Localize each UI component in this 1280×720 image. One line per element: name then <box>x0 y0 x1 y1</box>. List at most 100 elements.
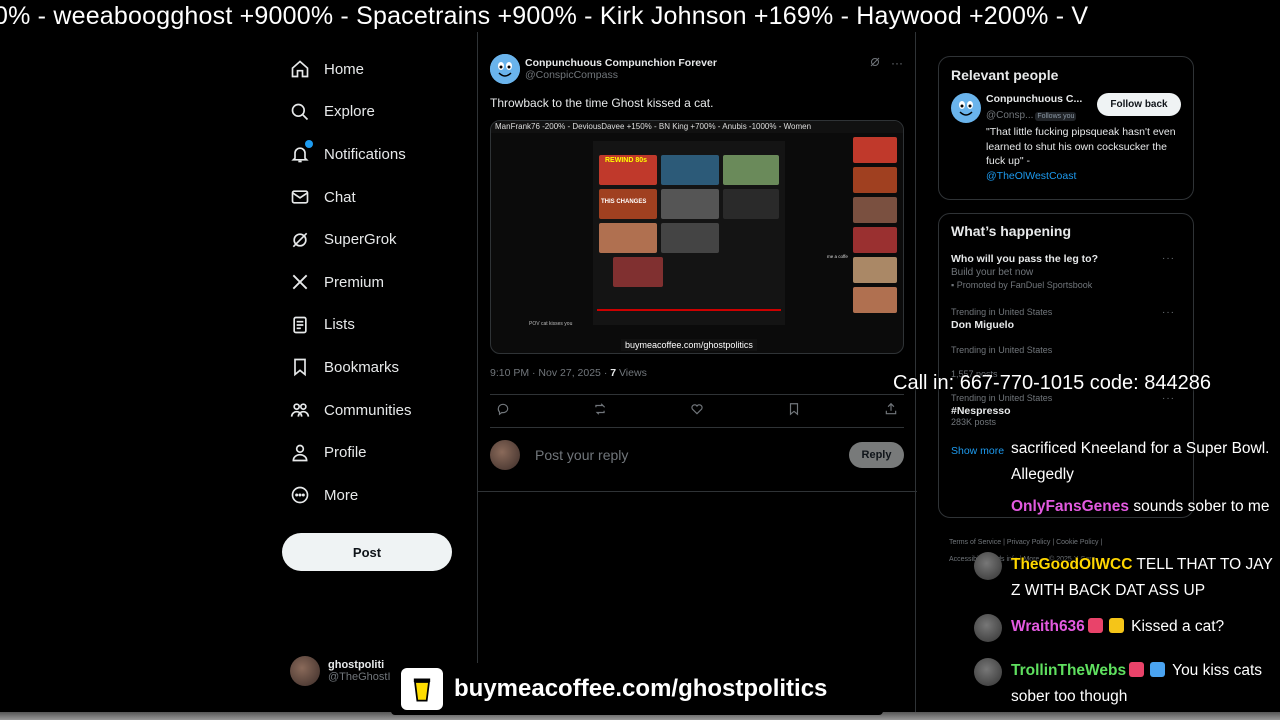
person-name[interactable]: Conpunchuous C... <box>986 93 1082 105</box>
trend-item[interactable]: Who will you pass the leg to? Build your… <box>939 253 1193 290</box>
nav-label: Premium <box>324 273 385 291</box>
author-name[interactable]: Conpunchuous Compunchion Forever <box>525 57 717 69</box>
nav-item-explore[interactable]: Explore <box>282 91 462 134</box>
nav-item-notifications[interactable]: Notifications <box>282 133 462 176</box>
chat-text: Kissed a cat? <box>1126 618 1225 635</box>
tweet-media[interactable]: ManFrank76 -200% - DeviousDavee +150% - … <box>490 120 904 354</box>
like-icon[interactable] <box>690 402 704 421</box>
subscriber-badge-icon <box>1129 662 1145 677</box>
media-thumb <box>661 155 719 185</box>
trend-sub: 283K posts <box>951 417 997 427</box>
media-label: THIS CHANGES <box>601 199 647 205</box>
media-chat-column <box>853 133 899 343</box>
share-icon[interactable] <box>884 402 898 421</box>
trend-more-icon[interactable]: ··· <box>1162 307 1175 318</box>
nav-item-lists[interactable]: Lists <box>282 304 462 347</box>
media-ticker: ManFrank76 -200% - DeviousDavee +150% - … <box>491 121 903 133</box>
media-small-caption: POV cat kisses you <box>529 321 573 327</box>
nav-label: Notifications <box>324 145 406 163</box>
media-thumb <box>853 167 897 193</box>
repost-icon[interactable] <box>593 402 607 421</box>
nav-item-home[interactable]: Home <box>282 48 462 91</box>
chat-username: Wraith636 <box>1011 618 1085 635</box>
mail-icon <box>290 187 310 207</box>
nav-label: Lists <box>324 316 355 334</box>
nav-item-profile[interactable]: Profile <box>282 431 462 474</box>
nav-label: Explore <box>324 103 375 121</box>
trend-sub: Build your bet now <box>951 267 1034 278</box>
more-circle-icon <box>290 485 310 505</box>
nav-item-communities[interactable]: Communities <box>282 389 462 432</box>
search-icon <box>290 102 310 122</box>
bio-link[interactable]: @TheOlWestCoast <box>986 170 1076 182</box>
media-thumb <box>661 223 719 253</box>
person-bio: "That little fucking pipsqueak hasn't ev… <box>986 125 1181 183</box>
ticker-text: 0% - weeaboogghost +9000% - Spacetrains … <box>0 2 1089 30</box>
reply-input[interactable]: Post your reply <box>535 447 849 463</box>
author-handle[interactable]: @ConspicCompass <box>525 69 717 81</box>
reply-button[interactable]: Reply <box>849 442 904 468</box>
gift-badge-icon <box>1108 618 1124 633</box>
trend-more-icon[interactable]: ··· <box>1162 253 1175 264</box>
chat-avatar <box>974 614 1002 642</box>
tweet-actions <box>490 394 904 428</box>
more-options-icon[interactable]: ··· <box>891 56 903 71</box>
verified-badge-icon <box>1150 662 1166 677</box>
trend-meta: Trending in United States <box>951 307 1053 317</box>
nav-label: Communities <box>324 401 412 419</box>
nav-item-bookmarks[interactable]: Bookmarks <box>282 346 462 389</box>
author-avatar[interactable] <box>490 54 520 84</box>
nav-item-chat[interactable]: Chat <box>282 176 462 219</box>
trend-item[interactable]: Trending in United States #Nespresso 283… <box>939 393 1193 427</box>
account-handle: @TheGhostI <box>328 671 391 683</box>
buymeacoffee-url: buymeacoffee.com/ghostpolitics <box>454 675 828 702</box>
nav-item-supergrok[interactable]: SuperGrok <box>282 218 462 261</box>
trend-meta: Trending in United States <box>951 345 1053 355</box>
trend-title <box>951 357 1181 369</box>
media-video-player: REWIND 80s THIS CHANGES <box>593 141 785 325</box>
tweet-timestamp: 9:10 PM · Nov 27, 2025 · 7 Views <box>490 367 647 379</box>
footer-line[interactable]: Terms of Service | Privacy Policy | Cook… <box>949 534 1189 551</box>
media-thumb <box>853 197 897 223</box>
communities-icon <box>290 400 310 420</box>
nav-item-more[interactable]: More <box>282 474 462 517</box>
promo-text: Promoted by FanDuel Sportsbook <box>956 280 1093 290</box>
chat-text: sacrificed Kneeland for a Super Bowl. Al… <box>1011 440 1270 483</box>
avatar <box>490 440 520 470</box>
card-title: Relevant people <box>951 67 1059 83</box>
reply-icon[interactable] <box>496 402 510 421</box>
follow-back-button[interactable]: Follow back <box>1097 93 1181 116</box>
nav-label: Chat <box>324 188 356 206</box>
call-in-overlay: Call in: 667-770-1015 code: 844286 <box>893 372 1212 394</box>
bio-text: "That little fucking pipsqueak hasn't ev… <box>986 126 1176 167</box>
relevant-people-card: Relevant people Conpunchuous C... @Consp… <box>938 56 1194 200</box>
person-handle[interactable]: @Consp... <box>986 110 1033 121</box>
grok-icon[interactable] <box>869 56 881 71</box>
main-column: Conpunchuous Compunchion Forever @Conspi… <box>477 32 917 720</box>
donation-ticker: 0% - weeaboogghost +9000% - Spacetrains … <box>0 0 1280 32</box>
chat-username: TrollinTheWebs <box>1011 662 1127 679</box>
media-thumb <box>723 155 779 185</box>
bookmark-icon[interactable] <box>787 402 801 421</box>
post-button[interactable]: Post <box>282 533 452 571</box>
reply-composer: Post your reply Reply <box>490 440 904 470</box>
video-progress-bar[interactable] <box>597 309 781 311</box>
chat-username: OnlyFansGenes <box>1011 498 1130 515</box>
account-switcher[interactable]: ghostpoliti @TheGhostI <box>290 656 391 686</box>
tweet-time[interactable]: 9:10 PM · Nov 27, 2025 · <box>490 367 610 379</box>
grok-icon <box>290 230 310 250</box>
relevant-person[interactable]: Conpunchuous C... @Consp... Follows you F… <box>939 83 1193 193</box>
trend-item[interactable]: Trending in United States Don Miguelo ··… <box>939 307 1193 331</box>
notification-badge <box>305 140 313 149</box>
avatar <box>290 656 320 686</box>
chat-avatar <box>974 552 1002 580</box>
account-name: ghostpoliti <box>328 659 385 671</box>
chat-message: TheGoodOlWCC TELL THAT TO JAY Z WITH BAC… <box>968 552 1280 604</box>
trend-title: Don Miguelo <box>951 319 1014 331</box>
tweet-text: Throwback to the time Ghost kissed a cat… <box>490 96 714 110</box>
coffee-cup-icon <box>401 668 443 710</box>
follows-you-badge: Follows you <box>1035 112 1077 121</box>
nav-label: Home <box>324 60 365 78</box>
nav-item-premium[interactable]: Premium <box>282 261 462 304</box>
smiley-icon <box>951 93 981 123</box>
